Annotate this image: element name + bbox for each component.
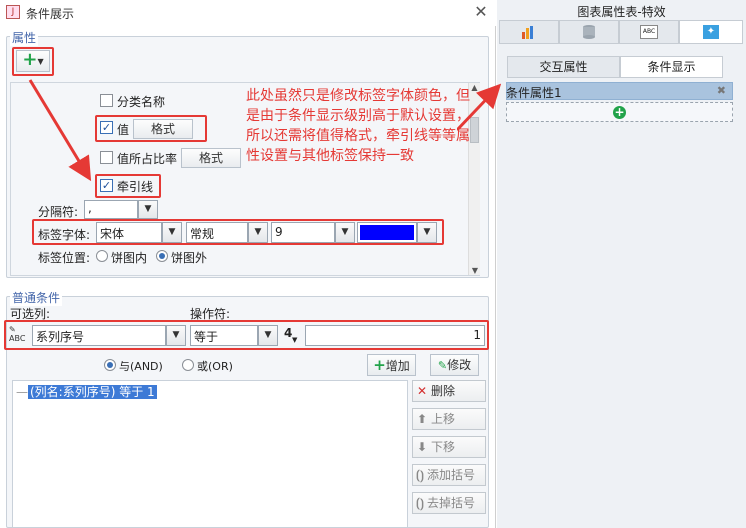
or-label: 或(OR) <box>197 360 233 373</box>
move-down-button[interactable]: ⬇ 下移 <box>412 436 486 458</box>
delete-x-icon: ✕ <box>416 384 428 398</box>
chart-type-icon <box>522 26 533 39</box>
database-icon <box>583 25 595 39</box>
delete-button[interactable]: ✕ 删除 <box>412 380 486 402</box>
edit-icon: ✎ <box>437 359 448 372</box>
conditions-group-title: 普通条件 <box>10 289 63 306</box>
remove-bracket-icon: ⟮⟯ <box>416 496 424 510</box>
operator-select[interactable]: 等于 <box>190 325 258 346</box>
move-up-button[interactable]: ⬆ 上移 <box>412 408 486 430</box>
add-bracket-button[interactable]: ⟮⟯ 添加括号 <box>412 464 486 486</box>
interaction-attributes-tab[interactable]: 交互属性 <box>507 56 620 78</box>
edit-condition-button[interactable]: ✎修改 <box>430 354 479 376</box>
arrow-up-icon: ⬆ <box>416 412 428 426</box>
effects-icon: ✦ <box>703 25 719 39</box>
style-tab[interactable]: ABC <box>619 20 679 44</box>
annotation-arrows <box>28 79 92 182</box>
condition-item-row[interactable]: 条件属性1 ✖ <box>506 82 733 100</box>
arrow-down-icon: ⬇ <box>416 440 428 454</box>
condition-display-dialog: J 条件展示 ✕ 属性 +▼ ▲ ▼ 分类名称 值 格式 值所占比率 格式 牵引… <box>0 0 496 528</box>
chart-property-panel: 图表属性表-特效 ABC ✦ 交互属性 条件显示 条件属性1 ✖ + <box>457 0 746 528</box>
column-type-icon[interactable]: ✎ ABC <box>9 325 31 345</box>
plus-circle-icon: + <box>613 105 626 119</box>
plus-icon: + <box>373 356 386 374</box>
condition-display-tab[interactable]: 条件显示 <box>620 56 723 78</box>
panel-header: 图表属性表-特效 <box>577 5 666 19</box>
effects-tab[interactable]: ✦ <box>679 20 743 44</box>
tree-line-icon: — <box>16 385 28 399</box>
abc-style-icon: ABC <box>640 25 658 39</box>
condition-list-item[interactable]: — (列名:系列序号) 等于 1 <box>16 383 157 400</box>
operator-dropdown-icon[interactable]: ▼ <box>258 325 278 346</box>
remove-bracket-button[interactable]: ⟮⟯ 去掉括号 <box>412 492 486 514</box>
condition-item-text: (列名:系列序号) 等于 1 <box>28 385 157 399</box>
value-type-dropdown-icon[interactable]: ▼ <box>292 336 297 344</box>
and-radio[interactable] <box>104 359 116 371</box>
arrow-to-leader-line <box>28 79 92 182</box>
add-condition-button[interactable]: +增加 <box>367 354 416 376</box>
condition-value-input[interactable]: 1 <box>305 325 485 346</box>
remove-condition-icon[interactable]: ✖ <box>717 84 726 97</box>
column-dropdown-icon[interactable]: ▼ <box>166 325 186 346</box>
data-tab[interactable] <box>559 20 619 44</box>
and-label: 与(AND) <box>119 360 163 373</box>
add-condition-area[interactable]: + <box>506 102 733 122</box>
arrow-to-condition-item <box>457 83 502 132</box>
or-radio[interactable] <box>182 359 194 371</box>
chart-type-tab[interactable] <box>499 20 559 44</box>
column-select[interactable]: 系列序号 <box>32 325 166 346</box>
bracket-icon: ⟮⟯ <box>416 468 424 482</box>
condition-list[interactable] <box>12 380 408 528</box>
